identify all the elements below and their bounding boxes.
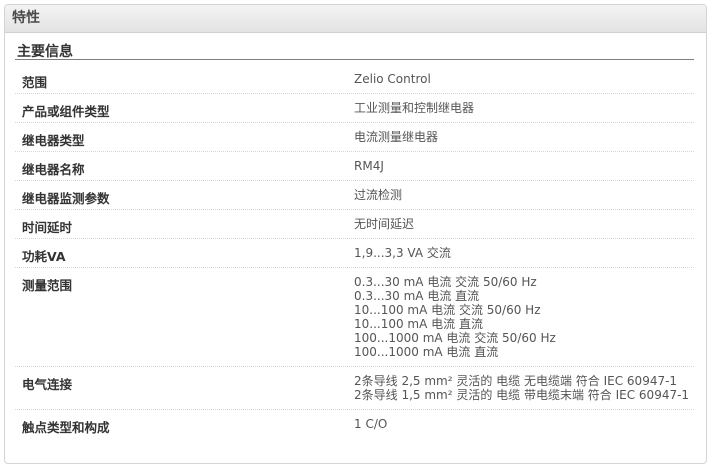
row-value: Zelio Control xyxy=(354,65,694,93)
row-value: 无时间延迟 xyxy=(354,210,694,238)
row-value: 电流测量继电器 xyxy=(354,123,694,151)
row-label: 继电器监测参数 xyxy=(22,191,110,206)
characteristics-panel: 特性 主要信息 范围 Zelio Control 产品或组件类型 工业测量和控制… xyxy=(4,4,707,464)
row-label: 继电器名称 xyxy=(22,162,85,177)
row-value: 1,9...3,3 VA 交流 xyxy=(354,239,694,267)
row-label: 触点类型和构成 xyxy=(22,420,110,435)
row-value: 过流检测 xyxy=(354,181,694,209)
value-line: 10...100 mA 电流 直流 xyxy=(354,317,483,331)
table-row: 继电器名称 RM4J xyxy=(15,152,694,181)
spec-table: 范围 Zelio Control 产品或组件类型 工业测量和控制继电器 继电器类… xyxy=(15,65,694,444)
value-line: Zelio Control xyxy=(354,72,431,86)
table-row: 电气连接 2条导线 2,5 mm² 灵活的 电缆 无电缆端 符合 IEC 609… xyxy=(15,367,694,410)
table-row: 测量范围 0.3...30 mA 电流 交流 50/60 Hz 0.3...30… xyxy=(15,268,694,367)
value-line: 10...100 mA 电流 交流 50/60 Hz xyxy=(354,303,541,317)
row-label: 继电器类型 xyxy=(22,133,85,148)
value-line: 100...1000 mA 电流 交流 50/60 Hz xyxy=(354,331,556,345)
value-line: 电流测量继电器 xyxy=(354,130,439,144)
value-line: 2条导线 1,5 mm² 灵活的 电缆 带电缆末端 符合 IEC 60947-1 xyxy=(354,388,690,402)
row-label: 功耗VA xyxy=(22,249,66,264)
row-label: 电气连接 xyxy=(22,377,73,392)
table-row: 时间延时 无时间延迟 xyxy=(15,210,694,239)
value-line: 2条导线 2,5 mm² 灵活的 电缆 无电缆端 符合 IEC 60947-1 xyxy=(354,374,678,388)
row-value: 2条导线 2,5 mm² 灵活的 电缆 无电缆端 符合 IEC 60947-1 … xyxy=(354,367,694,409)
value-line: RM4J xyxy=(354,159,384,173)
section-title: 主要信息 xyxy=(17,44,73,60)
row-label: 范围 xyxy=(22,75,48,90)
table-row: 产品或组件类型 工业测量和控制继电器 xyxy=(15,94,694,123)
value-line: 过流检测 xyxy=(354,188,403,202)
value-line: 100...1000 mA 电流 直流 xyxy=(354,345,499,359)
value-line: 1,9...3,3 VA 交流 xyxy=(354,246,451,260)
value-line: 0.3...30 mA 电流 交流 50/60 Hz xyxy=(354,275,537,289)
row-value: 1 C/O xyxy=(354,410,694,444)
row-label: 时间延时 xyxy=(22,220,73,235)
value-line: 工业测量和控制继电器 xyxy=(354,101,475,115)
value-line: 无时间延迟 xyxy=(354,217,415,231)
section-divider xyxy=(15,59,694,60)
value-line: 0.3...30 mA 电流 直流 xyxy=(354,289,480,303)
row-value: 0.3...30 mA 电流 交流 50/60 Hz 0.3...30 mA 电… xyxy=(354,268,694,366)
value-line: 1 C/O xyxy=(354,417,388,431)
table-row: 功耗VA 1,9...3,3 VA 交流 xyxy=(15,239,694,268)
row-label: 产品或组件类型 xyxy=(22,104,110,119)
table-row: 继电器类型 电流测量继电器 xyxy=(15,123,694,152)
table-row: 触点类型和构成 1 C/O xyxy=(15,410,694,444)
row-value: RM4J xyxy=(354,152,694,180)
row-value: 工业测量和控制继电器 xyxy=(354,94,694,122)
panel-header: 特性 xyxy=(5,5,706,33)
table-row: 范围 Zelio Control xyxy=(15,65,694,94)
row-label: 测量范围 xyxy=(22,278,73,293)
table-row: 继电器监测参数 过流检测 xyxy=(15,181,694,210)
